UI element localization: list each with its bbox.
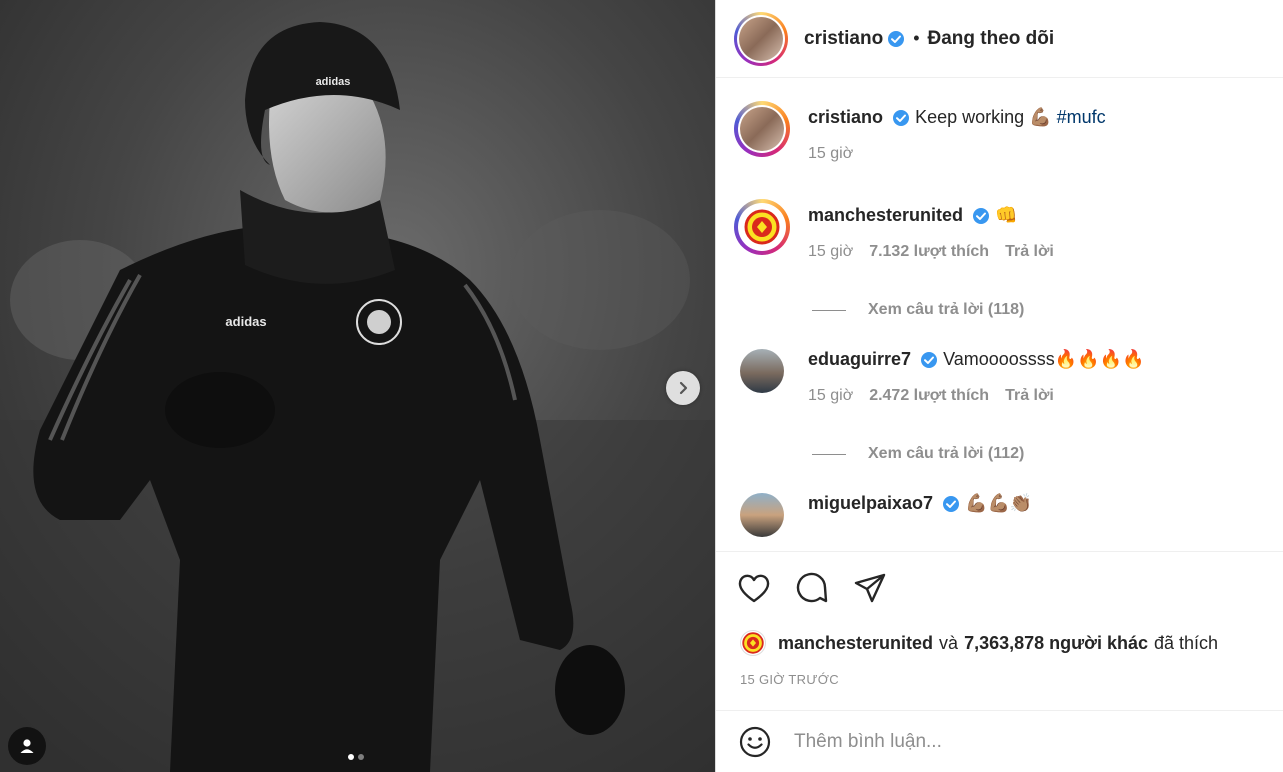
man-utd-crest-icon — [744, 209, 780, 245]
post-caption: cristiano Keep working 💪🏽 #mufc 15 giờ — [734, 101, 1106, 163]
comment-time[interactable]: 15 giờ — [808, 387, 853, 405]
author-avatar[interactable] — [734, 11, 788, 66]
comment-username[interactable]: eduaguirre7 — [808, 349, 911, 369]
reply-button[interactable]: Trả lời — [1005, 243, 1054, 261]
chevron-right-icon — [679, 381, 688, 395]
view-replies-label: Xem câu trả lời (118) — [868, 301, 1025, 318]
liker-avatar — [740, 630, 766, 656]
comment-bubble-icon[interactable] — [794, 570, 830, 606]
comment-username[interactable]: miguelpaixao7 — [808, 493, 933, 513]
verified-badge-icon — [973, 208, 990, 225]
liked-by-summary[interactable]: manchesterunited và 7,363,878 người khác… — [740, 630, 1218, 656]
comment-username[interactable]: manchesterunited — [808, 205, 963, 225]
author-username[interactable]: cristiano — [804, 28, 883, 50]
man-utd-crest-icon — [742, 632, 764, 654]
following-button[interactable]: Đang theo dõi — [928, 28, 1055, 50]
carousel-indicator — [348, 754, 364, 760]
verified-badge-icon — [893, 110, 910, 127]
svg-text:adidas: adidas — [316, 76, 351, 88]
liker-username[interactable]: manchesterunited — [778, 633, 933, 654]
liked-by-count[interactable]: 7,363,878 người khác — [964, 633, 1148, 654]
tagged-users-button[interactable] — [8, 727, 46, 765]
post-header: cristiano • Đang theo dõi — [716, 0, 1283, 78]
liked-by-conjunction: và — [939, 632, 959, 653]
paper-plane-icon[interactable] — [852, 570, 888, 606]
commenter-avatar[interactable] — [734, 199, 790, 255]
divider-line — [812, 309, 846, 311]
hashtag-link[interactable]: #mufc — [1057, 107, 1106, 127]
comment-text: Vamoooossss🔥🔥🔥🔥 — [943, 349, 1145, 369]
carousel-dot-active — [348, 754, 354, 760]
person-icon — [20, 739, 34, 753]
caption-text: Keep working 💪🏽 — [915, 107, 1052, 127]
comment-item: miguelpaixao7 💪🏽💪🏽👏🏽 — [734, 487, 1032, 543]
commenter-avatar[interactable] — [740, 493, 784, 537]
comment-item: eduaguirre7 Vamoooossss🔥🔥🔥🔥 15 giờ 2.472… — [734, 343, 1144, 405]
post-timestamp[interactable]: 15 GIỜ TRƯỚC — [740, 672, 839, 687]
reply-button[interactable]: Trả lời — [1005, 387, 1054, 405]
caption-author-avatar[interactable] — [734, 101, 790, 157]
comment-likes[interactable]: 2.472 lượt thích — [869, 387, 989, 405]
add-comment-bar — [716, 710, 1283, 772]
verified-badge-icon — [943, 496, 960, 513]
svg-text:adidas: adidas — [225, 314, 266, 329]
comment-item: manchesterunited 👊 15 giờ 7.132 lượt thí… — [734, 199, 1054, 261]
view-replies-button[interactable]: Xem câu trả lời (112) — [812, 445, 1024, 463]
post-photo: adidas adidas — [0, 0, 715, 772]
comment-text: 💪🏽💪🏽👏🏽 — [965, 493, 1033, 513]
comments-list[interactable]: cristiano Keep working 💪🏽 #mufc 15 giờ m… — [716, 79, 1283, 551]
next-image-button[interactable] — [666, 371, 700, 405]
verified-badge-icon — [888, 30, 905, 47]
separator-dot: • — [913, 28, 920, 48]
post-media[interactable]: adidas adidas — [0, 0, 715, 772]
comment-time[interactable]: 15 giờ — [808, 243, 853, 261]
carousel-dot — [358, 754, 364, 760]
caption-time[interactable]: 15 giờ — [808, 145, 853, 163]
smiley-icon[interactable] — [738, 725, 772, 759]
post-side-panel: cristiano • Đang theo dõi cristiano Keep… — [715, 0, 1283, 772]
caption-username[interactable]: cristiano — [808, 107, 883, 127]
heart-icon[interactable] — [736, 570, 772, 606]
commenter-avatar[interactable] — [740, 349, 784, 393]
view-replies-button[interactable]: Xem câu trả lời (118) — [812, 301, 1024, 319]
divider-line — [812, 453, 846, 455]
post-actions: manchesterunited và 7,363,878 người khác… — [716, 551, 1283, 710]
comment-text: 👊 — [995, 205, 1018, 225]
comment-input[interactable] — [794, 730, 1234, 753]
view-replies-label: Xem câu trả lời (112) — [868, 445, 1025, 462]
comment-likes[interactable]: 7.132 lượt thích — [869, 243, 989, 261]
verified-badge-icon — [921, 352, 938, 369]
liked-by-suffix: đã thích — [1154, 632, 1219, 653]
